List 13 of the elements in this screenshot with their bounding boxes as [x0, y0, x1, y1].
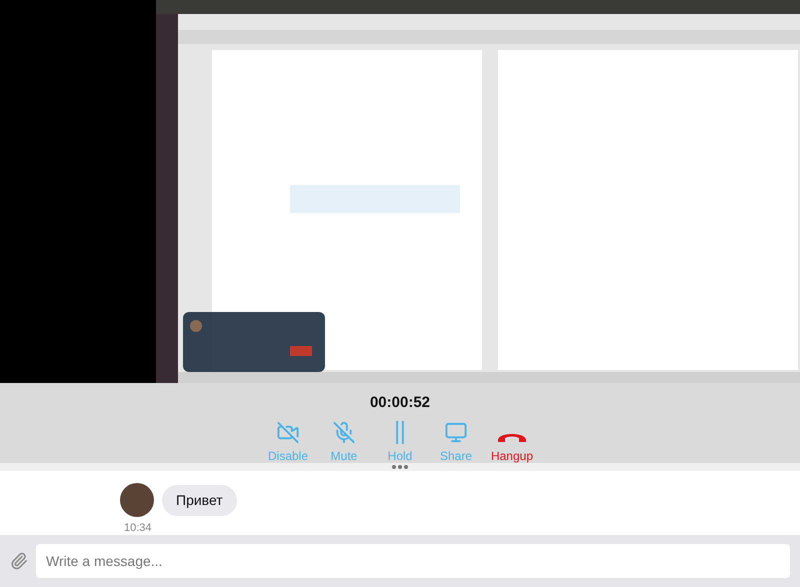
call-control-button[interactable]: Disable	[265, 420, 311, 464]
pause-icon	[393, 420, 407, 444]
avatar	[120, 483, 154, 517]
message-bubble: Привет	[162, 484, 237, 516]
hangup-button[interactable]: Hangup	[489, 420, 535, 464]
call-timer: 00:00:52	[370, 393, 430, 413]
message-time: 10:34	[124, 521, 153, 536]
call-control-button[interactable]: Mute	[321, 420, 367, 464]
call-control-button[interactable]: Share	[433, 420, 479, 464]
drag-handle-icon[interactable]	[392, 465, 408, 469]
call-control-button[interactable]: Hold	[377, 420, 423, 464]
message-input[interactable]: Write a message...	[36, 544, 790, 578]
attach-icon[interactable]	[10, 552, 28, 570]
